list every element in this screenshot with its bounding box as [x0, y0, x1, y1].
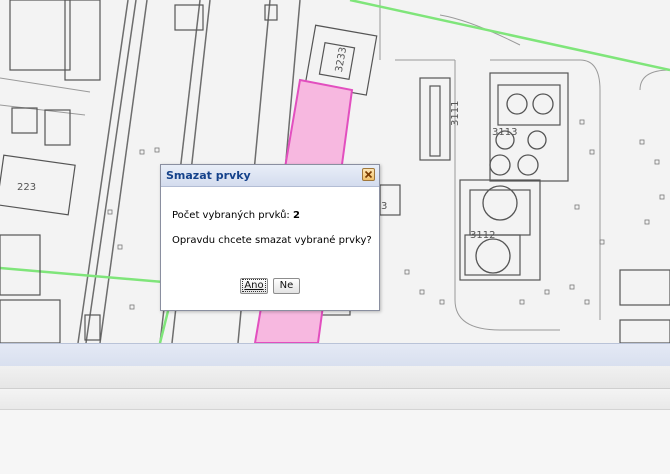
- confirm-question: Opravdu chcete smazat vybrané prvky?: [172, 235, 372, 246]
- toolbar-strip: [0, 343, 670, 367]
- map-label-3: 3: [381, 201, 387, 212]
- close-icon[interactable]: [362, 168, 375, 181]
- yes-button-label: Ano: [242, 279, 266, 292]
- dialog-title: Smazat prvky: [166, 169, 251, 182]
- map-label-3233: 3233: [334, 46, 349, 73]
- yes-button[interactable]: Ano: [240, 278, 268, 294]
- bottom-panel: [0, 410, 670, 474]
- map-label-3112: 3112: [470, 230, 495, 241]
- panel-header: [0, 366, 670, 389]
- panel-subheader: [0, 389, 670, 410]
- selected-count-line: Počet vybraných prvků: 2: [172, 210, 300, 221]
- dialog-titlebar[interactable]: Smazat prvky: [161, 165, 379, 187]
- no-button[interactable]: Ne: [273, 278, 300, 294]
- selected-count-value: 2: [293, 210, 300, 221]
- selected-count-label: Počet vybraných prvků:: [172, 210, 290, 221]
- map-label-3113: 3113: [492, 127, 517, 138]
- map-label-223: 223: [17, 182, 36, 193]
- delete-features-dialog: Smazat prvky Počet vybraných prvků: 2 Op…: [160, 164, 380, 311]
- map-label-3111: 3111: [450, 101, 461, 126]
